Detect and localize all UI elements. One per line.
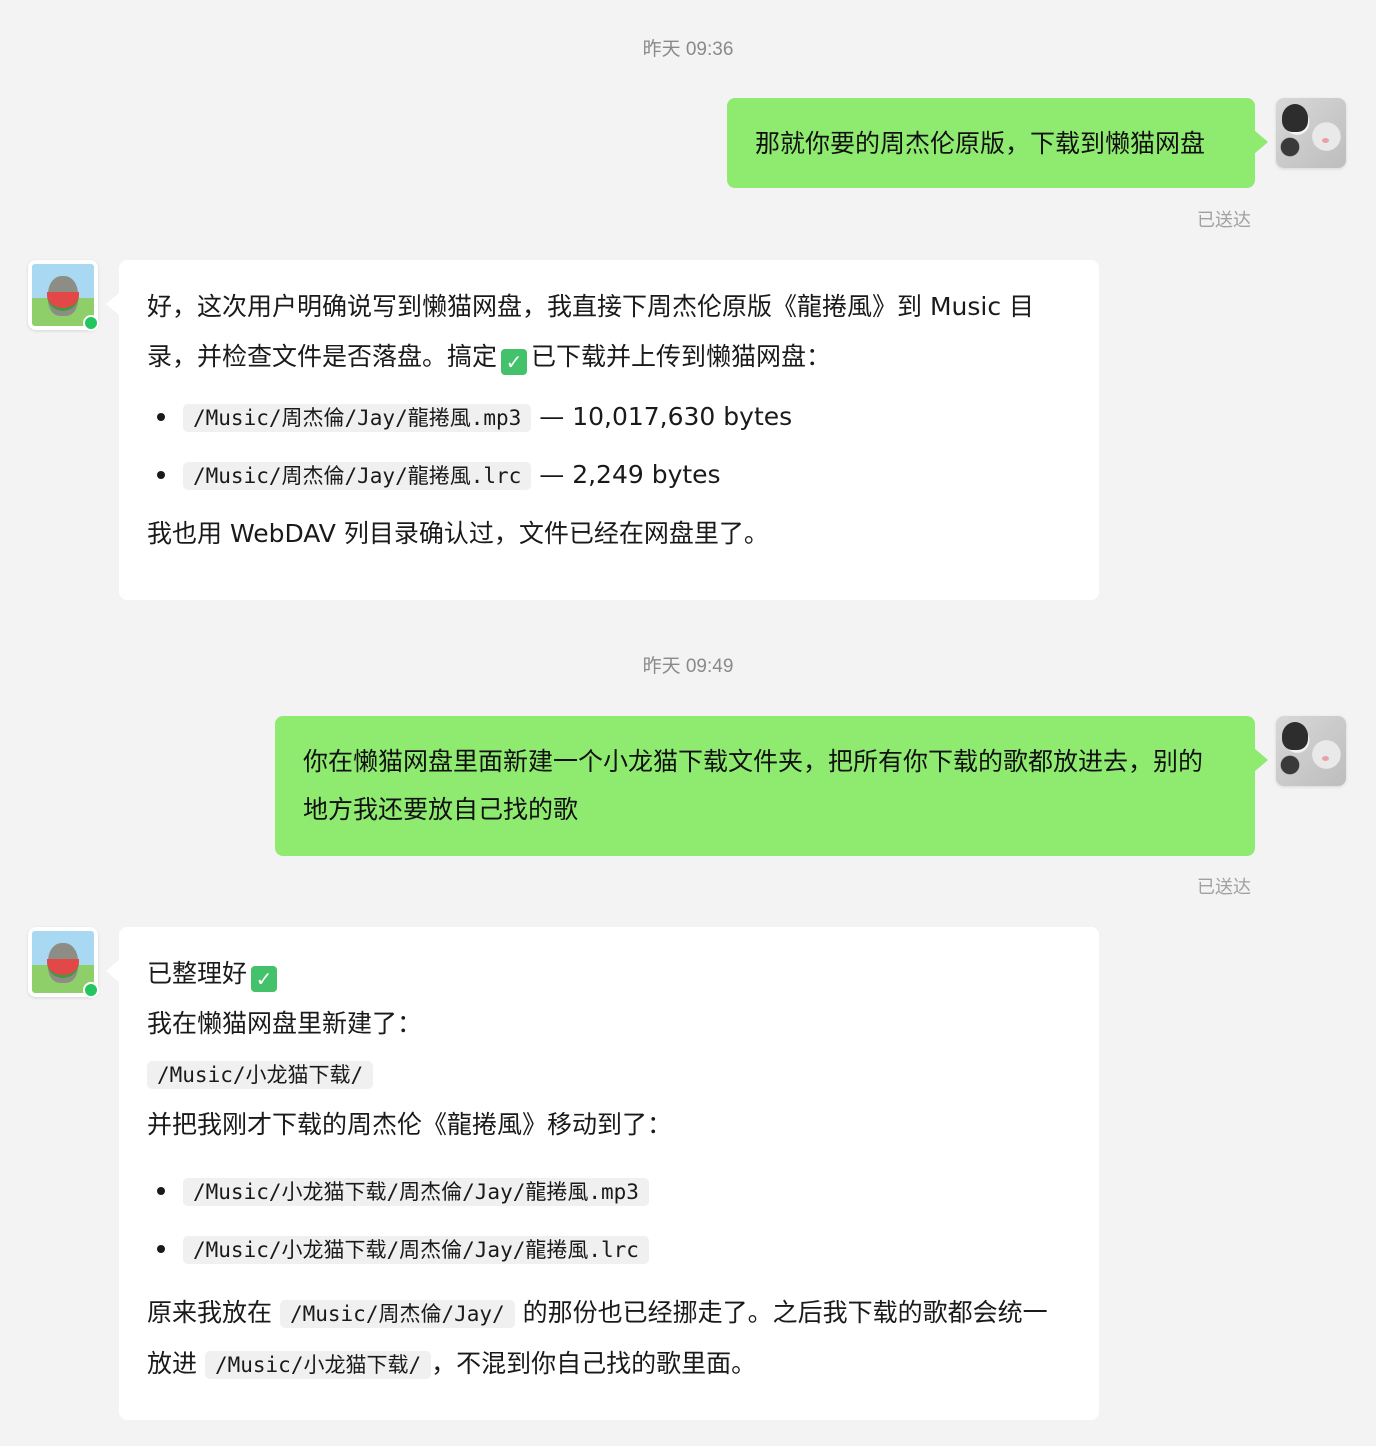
file-list: /Music/小龙猫下载/周杰倫/Jay/龍捲風.mp3 /Music/小龙猫下… bbox=[147, 1162, 1071, 1278]
user-message-text: 你在懒猫网盘里面新建一个小龙猫下载文件夹，把所有你下载的歌都放进去，别的地方我还… bbox=[303, 747, 1204, 824]
bot-message-line: /Music/小龙猫下载/ bbox=[147, 1049, 1071, 1100]
outro-text: 原来我放在 bbox=[147, 1298, 273, 1327]
list-item: /Music/小龙猫下载/周杰倫/Jay/龍捲風.lrc bbox=[147, 1220, 1071, 1278]
user-avatar[interactable] bbox=[1276, 716, 1346, 786]
file-path-code[interactable]: /Music/小龙猫下载/周杰倫/Jay/龍捲風.lrc bbox=[183, 1236, 649, 1264]
bot-message-outro: 原来我放在 /Music/周杰倫/Jay/ 的那份也已经挪走了。之后我下载的歌都… bbox=[147, 1288, 1071, 1390]
online-status-dot bbox=[83, 982, 99, 998]
user-message-text: 那就你要的周杰伦原版，下载到懒猫网盘 bbox=[755, 129, 1206, 158]
new-path-code[interactable]: /Music/小龙猫下载/ bbox=[204, 1351, 432, 1379]
bot-message-bubble[interactable]: 已整理好 ✓ 我在懒猫网盘里新建了： /Music/小龙猫下载/ 并把我刚才下载的… bbox=[106, 927, 1099, 1420]
user-message-bubble[interactable]: 那就你要的周杰伦原版，下载到懒猫网盘 bbox=[727, 98, 1268, 188]
bullet-icon bbox=[157, 1187, 165, 1195]
bot-message-bubble[interactable]: 好，这次用户明确说写到懒猫网盘，我直接下周杰伦原版《龍捲風》到 Music 目录… bbox=[106, 260, 1099, 600]
user-message-bubble[interactable]: 你在懒猫网盘里面新建一个小龙猫下载文件夹，把所有你下载的歌都放进去，别的地方我还… bbox=[275, 716, 1268, 856]
bot-message-outro: 我也用 WebDAV 列目录确认过，文件已经在网盘里了。 bbox=[147, 519, 769, 548]
cat-ear-shape bbox=[1282, 722, 1308, 750]
old-path-code[interactable]: /Music/周杰倫/Jay/ bbox=[279, 1300, 515, 1328]
message-timestamp: 昨天 09:49 bbox=[642, 656, 734, 677]
delivery-status: 已送达 bbox=[1197, 877, 1251, 898]
bot-message-line: 已整理好 ✓ bbox=[147, 949, 1071, 999]
online-status-dot bbox=[83, 315, 99, 331]
delivery-status: 已送达 bbox=[1197, 210, 1251, 231]
file-path-code[interactable]: /Music/小龙猫下载/周杰倫/Jay/龍捲風.mp3 bbox=[183, 1178, 649, 1206]
file-size: — 2,249 bytes bbox=[539, 460, 721, 489]
bot-intro-text-2: 已下载并上传到懒猫网盘： bbox=[531, 342, 832, 371]
list-item: /Music/周杰倫/Jay/龍捲風.mp3 — 10,017,630 byte… bbox=[147, 388, 1071, 446]
bullet-icon bbox=[157, 1245, 165, 1253]
file-path-code[interactable]: /Music/周杰倫/Jay/龍捲風.mp3 bbox=[183, 404, 532, 432]
check-mark-icon: ✓ bbox=[251, 966, 278, 992]
folder-path-code[interactable]: /Music/小龙猫下载/ bbox=[147, 1061, 374, 1089]
check-mark-icon: ✓ bbox=[501, 349, 528, 375]
user-avatar[interactable] bbox=[1276, 98, 1346, 168]
cat-nose-shape bbox=[1322, 138, 1329, 143]
message-timestamp: 昨天 09:36 bbox=[642, 39, 734, 60]
file-list: /Music/周杰倫/Jay/龍捲風.mp3 — 10,017,630 byte… bbox=[147, 388, 1071, 504]
bot-avatar[interactable] bbox=[28, 927, 99, 998]
bullet-icon bbox=[157, 413, 165, 421]
list-item: /Music/小龙猫下载/周杰倫/Jay/龍捲風.mp3 bbox=[147, 1162, 1071, 1220]
chat-window: 昨天 09:36 那就你要的周杰伦原版，下载到懒猫网盘 已送达 好，这次用户明确… bbox=[0, 0, 1376, 1446]
cat-nose-shape bbox=[1322, 756, 1329, 761]
file-size: — 10,017,630 bytes bbox=[539, 402, 793, 431]
bot-message-line: 我在懒猫网盘里新建了： bbox=[147, 1009, 423, 1038]
file-path-code[interactable]: /Music/周杰倫/Jay/龍捲風.lrc bbox=[183, 462, 532, 490]
cat-ear-shape bbox=[1282, 104, 1308, 132]
bot-message-line: 并把我刚才下载的周杰伦《龍捲風》移动到了： bbox=[147, 1110, 673, 1139]
bullet-icon bbox=[157, 471, 165, 479]
list-item: /Music/周杰倫/Jay/龍捲風.lrc — 2,249 bytes bbox=[147, 446, 1071, 504]
bot-avatar[interactable] bbox=[28, 260, 99, 331]
outro-text: ，不混到你自己找的歌里面。 bbox=[431, 1349, 757, 1378]
bot-message-intro: 好，这次用户明确说写到懒猫网盘，我直接下周杰伦原版《龍捲風》到 Music 目录… bbox=[147, 282, 1071, 382]
bot-status-text: 已整理好 bbox=[147, 959, 248, 988]
